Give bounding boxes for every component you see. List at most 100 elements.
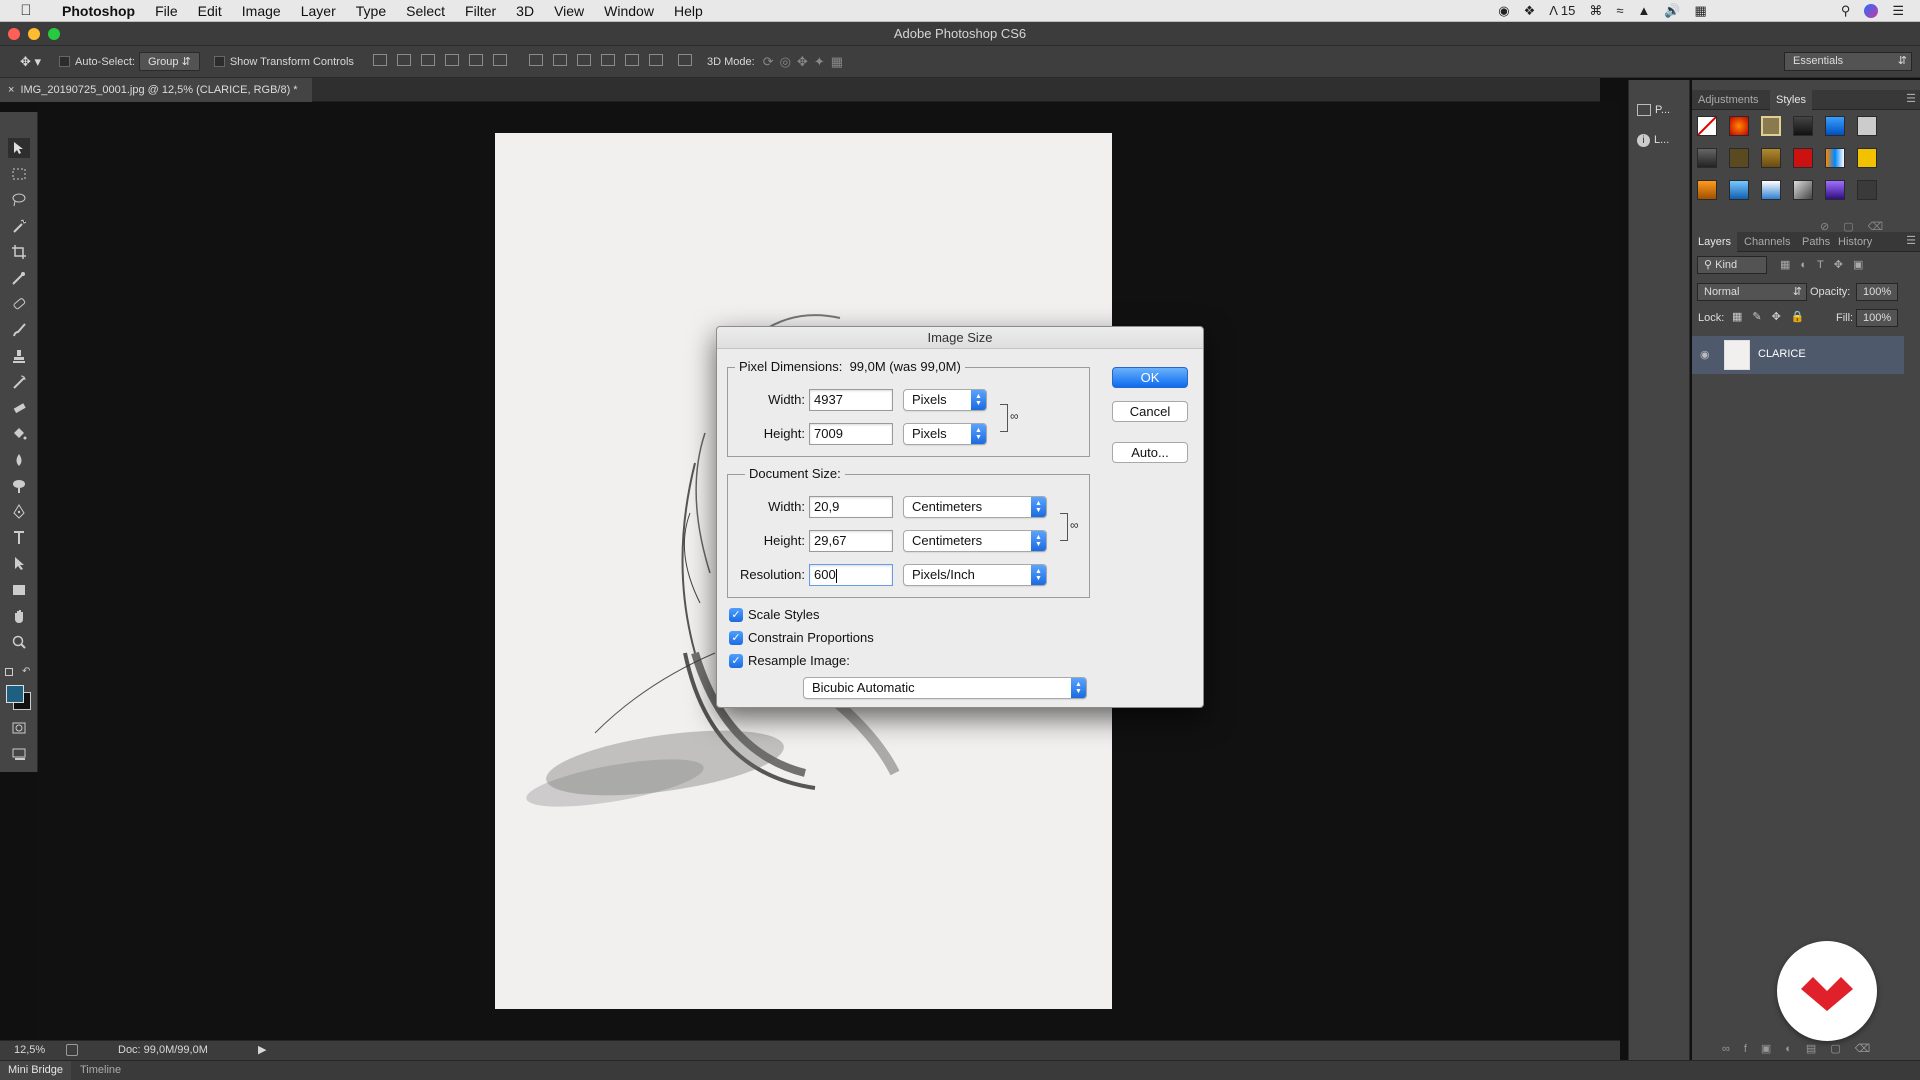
menu-image[interactable]: Image [232, 0, 291, 22]
eyedropper-tool-icon[interactable] [8, 268, 30, 288]
magic-wand-tool-icon[interactable] [8, 216, 30, 236]
type-tool-icon[interactable] [8, 528, 30, 548]
style-swatch[interactable] [1857, 148, 1877, 168]
move-tool-preset[interactable]: ✥ ▾ [20, 54, 41, 70]
lasso-tool-icon[interactable] [8, 190, 30, 210]
distribute-hcenter-icon[interactable] [624, 54, 639, 66]
resolution-field[interactable]: 600 [809, 564, 893, 586]
auto-align-icon[interactable] [677, 54, 692, 66]
calendar-icon[interactable]: ▦ [1695, 3, 1707, 19]
screen-mode-icon[interactable] [8, 744, 30, 764]
style-swatch[interactable] [1825, 116, 1845, 136]
style-swatch[interactable] [1857, 116, 1877, 136]
fill-field[interactable]: 100% [1856, 309, 1898, 327]
tab-mini-bridge[interactable]: Mini Bridge [0, 1061, 72, 1080]
zoom-window-button[interactable] [48, 28, 60, 40]
path-selection-tool-icon[interactable] [8, 554, 30, 574]
properties-panel-button[interactable]: P... [1637, 104, 1670, 117]
distribute-left-icon[interactable] [600, 54, 615, 66]
tab-history[interactable]: History [1832, 232, 1878, 252]
default-colors-icon[interactable] [5, 668, 13, 676]
style-swatch[interactable] [1857, 180, 1877, 200]
tab-channels[interactable]: Channels [1738, 232, 1796, 252]
siri-icon[interactable] [1864, 3, 1879, 18]
layer-filter-icons[interactable]: ▦◐T✥▣ [1780, 258, 1873, 271]
status-share-icon[interactable] [66, 1044, 78, 1056]
hand-tool-icon[interactable] [8, 606, 30, 626]
blur-tool-icon[interactable] [8, 450, 30, 470]
tab-timeline[interactable]: Timeline [80, 1061, 121, 1080]
menu-select[interactable]: Select [396, 0, 455, 22]
info-panel-button[interactable]: i L... [1637, 134, 1669, 147]
menu-3d[interactable]: 3D [506, 0, 544, 22]
bluetooth-icon[interactable]: ⌘ [1589, 3, 1602, 19]
brush-tool-icon[interactable] [8, 320, 30, 340]
align-top-icon[interactable] [372, 54, 387, 66]
layer-row[interactable]: ◉ CLARICE [1692, 336, 1904, 374]
wifi-icon[interactable]: ≈ [1616, 3, 1623, 18]
style-swatch[interactable] [1697, 180, 1717, 200]
menu-type[interactable]: Type [346, 0, 396, 22]
pixel-width-field[interactable]: 4937 [809, 389, 893, 411]
eraser-tool-icon[interactable] [8, 398, 30, 418]
transform-controls-checkbox[interactable] [213, 56, 225, 67]
tab-layers[interactable]: Layers [1692, 232, 1738, 252]
clone-stamp-tool-icon[interactable] [8, 346, 30, 366]
opacity-field[interactable]: 100% [1856, 283, 1898, 301]
cancel-button[interactable]: Cancel [1112, 401, 1188, 422]
style-swatch[interactable] [1825, 180, 1845, 200]
pixel-width-unit-select[interactable]: Pixels ▲ ▼ [903, 389, 987, 411]
menu-app[interactable]: Photoshop [52, 0, 145, 22]
style-swatch[interactable] [1761, 116, 1781, 136]
style-swatch[interactable] [1761, 148, 1781, 168]
record-icon[interactable]: ◉ [1498, 3, 1509, 19]
tab-paths[interactable]: Paths [1796, 232, 1836, 252]
move-tool-icon[interactable] [8, 138, 30, 158]
menu-help[interactable]: Help [664, 0, 713, 22]
dropbox-icon[interactable]: ❖ [1524, 3, 1536, 19]
doc-width-unit-select[interactable]: Centimeters ▲ ▼ [903, 496, 1047, 518]
visibility-eye-icon[interactable]: ◉ [1700, 348, 1710, 361]
pixel-height-unit-select[interactable]: Pixels ▲ ▼ [903, 423, 987, 445]
airplay-icon[interactable]: ▲ [1637, 3, 1650, 18]
menu-list-icon[interactable]: ☰ [1892, 3, 1904, 19]
doc-height-unit-select[interactable]: Centimeters ▲ ▼ [903, 530, 1047, 552]
distribute-top-icon[interactable] [528, 54, 543, 66]
resample-method-select[interactable]: Bicubic Automatic ▲ ▼ [803, 677, 1087, 699]
style-swatch[interactable] [1793, 116, 1813, 136]
ok-button[interactable]: OK [1112, 367, 1188, 388]
menu-file[interactable]: File [145, 0, 188, 22]
adobe-status[interactable]: Λ 15 [1549, 3, 1575, 18]
marquee-tool-icon[interactable] [8, 164, 30, 184]
layers-footer-icons[interactable]: ∞f▣◐▤▢⌫ [1722, 1042, 1884, 1055]
doc-width-field[interactable]: 20,9 [809, 496, 893, 518]
tab-adjustments[interactable]: Adjustments [1692, 90, 1765, 110]
style-swatch[interactable] [1729, 180, 1749, 200]
align-bottom-icon[interactable] [420, 54, 435, 66]
layers-panel-menu-icon[interactable]: ☰ [1906, 234, 1916, 247]
menu-edit[interactable]: Edit [188, 0, 232, 22]
style-swatch[interactable] [1729, 148, 1749, 168]
lock-icons[interactable]: ▦✎✥🔒 [1732, 310, 1815, 323]
zoom-tool-icon[interactable] [8, 632, 30, 652]
foreground-color-swatch[interactable] [6, 685, 24, 703]
align-hcenter-icon[interactable] [468, 54, 483, 66]
volume-icon[interactable]: 🔊 [1664, 3, 1680, 19]
layer-filter-kind[interactable]: ⚲ Kind [1697, 256, 1767, 274]
style-swatch[interactable] [1729, 116, 1749, 136]
paint-bucket-tool-icon[interactable] [8, 424, 30, 444]
auto-select-dropdown[interactable]: Group ⇵ [138, 52, 200, 71]
blend-mode-select[interactable]: Normal ⇵ [1697, 283, 1807, 301]
workspace-dropdown[interactable]: Essentials ⇵ [1784, 52, 1912, 71]
pixel-height-field[interactable]: 7009 [809, 423, 893, 445]
healing-brush-tool-icon[interactable] [8, 294, 30, 314]
style-swatch-none[interactable] [1697, 116, 1717, 136]
close-window-button[interactable] [8, 28, 20, 40]
align-left-icon[interactable] [444, 54, 459, 66]
history-brush-tool-icon[interactable] [8, 372, 30, 392]
dodge-tool-icon[interactable] [8, 476, 30, 496]
quick-mask-icon[interactable] [8, 718, 30, 738]
align-right-icon[interactable] [492, 54, 507, 66]
3d-mode-icons[interactable]: ⟳◎✥✦▦ [763, 54, 849, 70]
menu-filter[interactable]: Filter [455, 0, 506, 22]
